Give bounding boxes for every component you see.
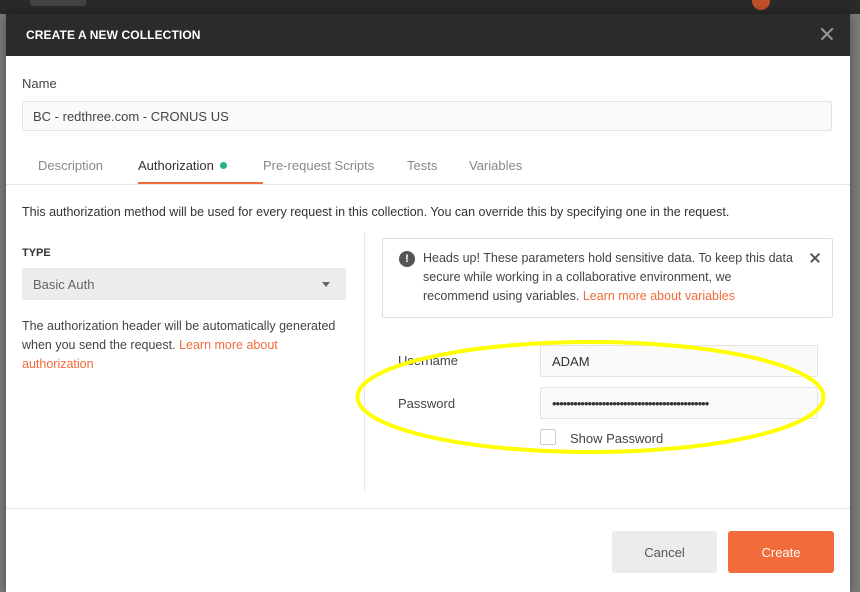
modal-title: CREATE A NEW COLLECTION [26,28,201,42]
tab-tests[interactable]: Tests [407,158,437,173]
tab-authorization-label: Authorization [138,158,214,173]
tab-pre-request-scripts[interactable]: Pre-request Scripts [263,158,374,173]
auth-intro-text: This authorization method will be used f… [22,205,730,219]
sensitive-data-alert: ! Heads up! These parameters hold sensit… [382,238,833,318]
create-button[interactable]: Create [728,531,834,573]
password-label: Password [398,396,456,411]
show-password-checkbox[interactable] [540,429,556,445]
username-label: Username [398,353,458,368]
auth-type-value: Basic Auth [33,277,95,292]
type-label: TYPE [22,247,51,259]
column-divider [364,232,365,492]
tab-authorization[interactable]: Authorization [138,158,227,173]
cancel-button[interactable]: Cancel [612,531,717,573]
tab-variables[interactable]: Variables [469,158,522,173]
password-input[interactable] [540,387,818,419]
alert-close-icon[interactable] [806,249,824,267]
background-app-bar [0,0,860,14]
active-dot-icon [219,162,227,169]
name-label: Name [22,76,57,91]
auth-type-select[interactable]: Basic Auth [22,268,346,300]
footer-divider [6,508,850,509]
create-collection-modal: CREATE A NEW COLLECTION Name Description… [6,14,850,592]
learn-more-variables-link[interactable]: Learn more about variables [583,289,735,303]
modal-header: CREATE A NEW COLLECTION [6,14,850,56]
collection-name-input[interactable] [22,101,832,131]
tabs-divider [6,184,850,185]
show-password-label: Show Password [570,431,664,446]
chevron-down-icon [322,282,330,287]
background-overlay-right [850,14,860,592]
close-icon[interactable] [816,23,838,45]
username-input[interactable] [540,345,818,377]
alert-text: Heads up! These parameters hold sensitiv… [423,249,795,306]
alert-exclamation-icon: ! [399,251,415,267]
tab-description[interactable]: Description [38,158,103,173]
auth-help-text: The authorization header will be automat… [22,317,342,374]
background-tab [30,0,86,6]
